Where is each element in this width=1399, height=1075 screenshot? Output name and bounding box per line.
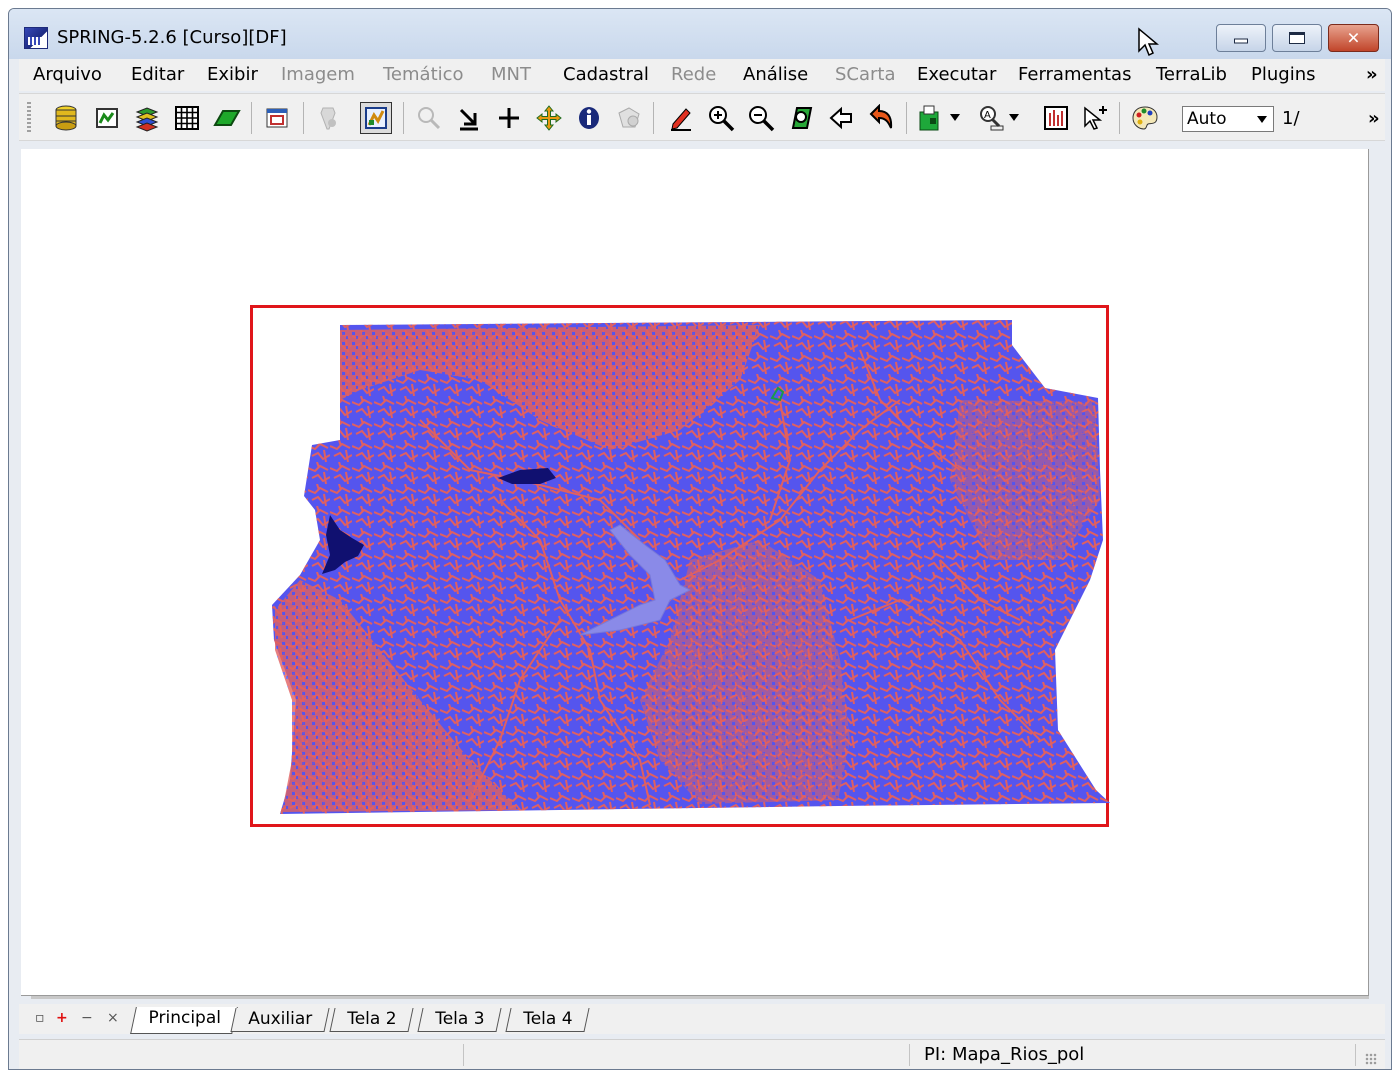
region-polygon [272,320,1110,814]
map-drawing [272,320,1110,814]
